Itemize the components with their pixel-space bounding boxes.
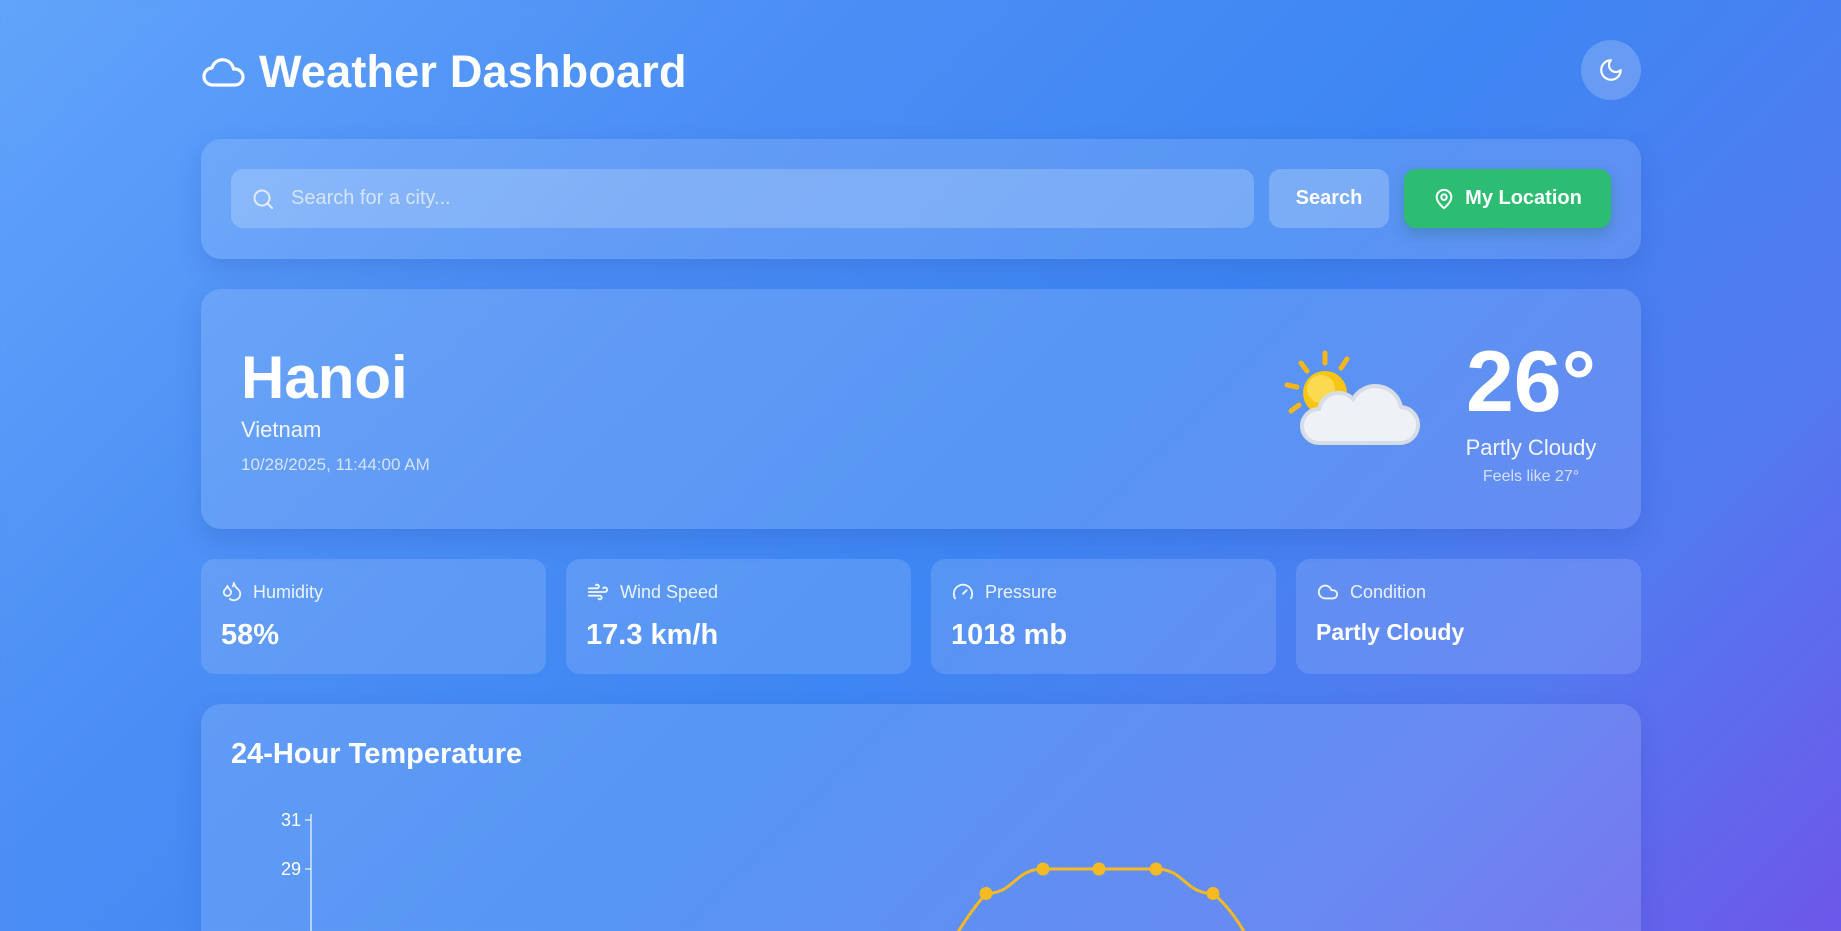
stat-card-pressure: Pressure 1018 mb [931,559,1276,674]
cloud-icon [1317,584,1339,600]
temperature-point[interactable] [1149,862,1163,876]
current-weather-card: Hanoi Vietnam 10/28/2025, 11:44:00 AM 26… [201,289,1641,529]
search-input[interactable] [289,186,1253,211]
temperature-chart: 31 29 [281,810,1246,931]
stat-value: Partly Cloudy [1316,619,1465,645]
city-name: Hanoi [241,344,408,411]
temperature-point[interactable] [1206,887,1220,900]
feels-like: Feels like 27° [1482,468,1580,485]
stat-card-wind: Wind Speed 17.3 km/h [566,559,911,674]
stats-row: Humidity 58% Wind Speed 17.3 km/h Pressu… [201,559,1641,674]
my-location-label: My Location [1465,187,1582,209]
partly-cloudy-icon [1284,350,1421,446]
stat-label: Pressure [985,581,1058,602]
search-button[interactable]: Search [1269,169,1389,228]
stat-label: Humidity [253,581,324,602]
stat-label-row: Condition [1316,581,1426,603]
page-title-text: Weather Dashboard [259,46,687,97]
droplet-icon [222,581,242,602]
temperature-point[interactable] [1036,862,1050,876]
moon-icon [1600,59,1622,81]
map-pin-icon [1435,188,1453,209]
stat-label-row: Pressure [951,581,1057,603]
gauge-icon [952,583,974,600]
stat-value: 1018 mb [951,619,1068,651]
theme-toggle-button[interactable] [1581,40,1641,100]
stat-value: 17.3 km/h [586,619,719,651]
current-condition: Partly Cloudy [1465,435,1597,460]
temperature-point[interactable] [1092,862,1106,876]
search-box[interactable] [231,169,1254,228]
y-tick-label: 29 [281,859,301,879]
temperature-series-line [956,867,1246,931]
temperature-point[interactable] [979,887,993,900]
cloud-icon [202,58,245,87]
page-title: Weather Dashboard [201,46,687,98]
dashboard: Weather Dashboard Search My Location Han… [201,0,1641,931]
stat-value: 58% [221,619,280,651]
temperature-chart-card: 24-Hour Temperature 31 29 [201,704,1641,931]
wind-icon [587,583,609,601]
stat-label-row: Humidity [221,581,323,603]
search-icon [253,189,273,209]
y-tick-label: 31 [281,810,301,830]
search-panel: Search My Location [201,139,1641,259]
search-button-label: Search [1295,187,1363,209]
stat-label: Wind Speed [620,581,719,602]
my-location-button[interactable]: My Location [1404,169,1611,228]
current-temperature: 26° [1465,334,1597,430]
stat-label-row: Wind Speed [586,581,718,603]
stat-card-condition: Condition Partly Cloudy [1296,559,1641,674]
stat-card-humidity: Humidity 58% [201,559,546,674]
header: Weather Dashboard [201,40,1641,104]
country-name: Vietnam [241,417,322,442]
stat-label: Condition [1350,581,1427,602]
local-datetime: 10/28/2025, 11:44:00 AM [241,455,430,474]
